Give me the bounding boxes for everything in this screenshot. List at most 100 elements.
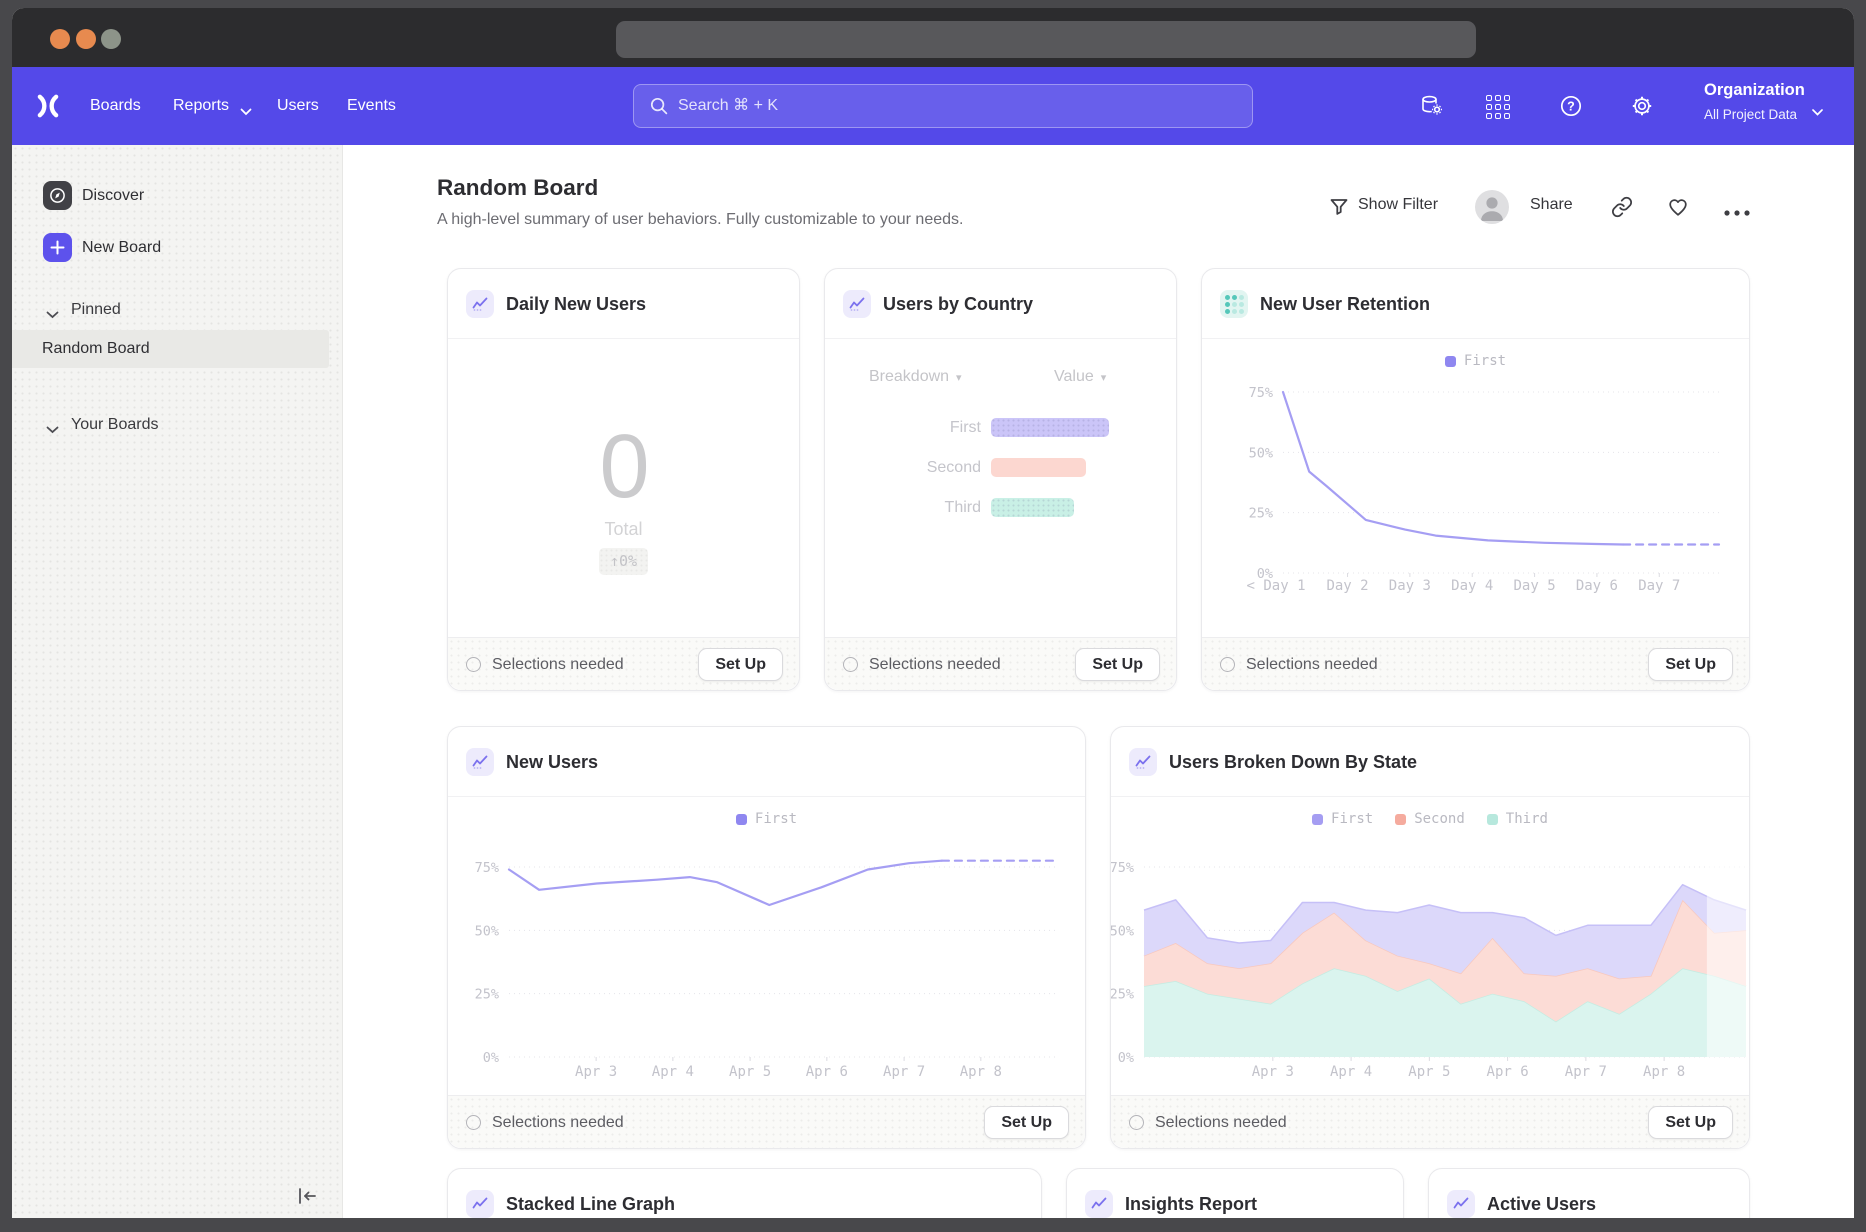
card-daily-new-users: Daily New Users 0 Total ↑0% Selections n… <box>447 268 800 691</box>
svg-text:75%: 75% <box>475 860 499 876</box>
collapse-sidebar-icon[interactable] <box>295 1184 319 1208</box>
set-up-button[interactable]: Set Up <box>984 1106 1069 1139</box>
svg-text:Day 5: Day 5 <box>1513 578 1555 594</box>
org-name[interactable]: Organization <box>1704 81 1805 100</box>
traffic-light-2[interactable] <box>76 29 96 49</box>
nav-item-users[interactable]: Users <box>277 67 319 145</box>
svg-text:Apr 5: Apr 5 <box>1408 1064 1450 1080</box>
country-row-bar <box>991 418 1109 437</box>
browser-window: Boards Reports Users Events Search ⌘ + K <box>12 8 1854 1218</box>
card-header: Stacked Line Graph <box>448 1169 1041 1218</box>
plus-icon <box>43 233 72 262</box>
value-dropdown[interactable]: Value▾ <box>1054 368 1106 386</box>
card-header: Daily New Users <box>448 269 799 339</box>
svg-text:75%: 75% <box>1249 385 1273 401</box>
nav-item-boards[interactable]: Boards <box>90 67 141 145</box>
chevron-down-icon: ▾ <box>1101 372 1107 384</box>
svg-text:Day 2: Day 2 <box>1326 578 1368 594</box>
svg-text:0%: 0% <box>483 1050 499 1066</box>
status-text: Selections needed <box>1246 638 1378 691</box>
card-footer: Selections needed Set Up <box>825 637 1176 690</box>
country-row-label: First <box>825 419 991 437</box>
search-placeholder: Search ⌘ + K <box>678 85 778 127</box>
set-up-button[interactable]: Set Up <box>1648 648 1733 681</box>
svg-text:75%: 75% <box>1111 860 1134 876</box>
traffic-light-3[interactable] <box>101 29 121 49</box>
filter-funnel-icon[interactable] <box>1328 196 1350 223</box>
traffic-light-1[interactable] <box>50 29 70 49</box>
card-title: Active Users <box>1487 1169 1596 1218</box>
sidebar-item-random-board[interactable]: Random Board <box>12 330 329 368</box>
status-text: Selections needed <box>869 638 1001 691</box>
card-footer: Selections needed Set Up <box>448 1095 1085 1148</box>
sidebar-section-pinned[interactable]: Pinned <box>12 299 342 321</box>
metric-value: 0 <box>448 422 799 512</box>
country-row-label: Third <box>825 499 991 517</box>
screen: Boards Reports Users Events Search ⌘ + K <box>0 0 1866 1232</box>
set-up-button[interactable]: Set Up <box>698 648 783 681</box>
search-icon <box>649 96 669 121</box>
org-chevron-down-icon[interactable] <box>1812 103 1823 121</box>
svg-text:Apr 4: Apr 4 <box>652 1064 694 1080</box>
new-users-chart: 75%50%25%0%Apr 3Apr 4Apr 5Apr 6Apr 7Apr … <box>448 727 1085 1097</box>
card-header: Active Users <box>1429 1169 1749 1218</box>
more-options-icon[interactable] <box>1723 204 1751 222</box>
svg-text:Apr 8: Apr 8 <box>1643 1064 1685 1080</box>
card-footer: Selections needed Set Up <box>1111 1095 1749 1148</box>
country-bar-list: First Second Third <box>825 418 1176 538</box>
country-row: First <box>825 418 1176 437</box>
card-title: Insights Report <box>1125 1169 1257 1218</box>
line-chart-icon <box>466 1190 494 1218</box>
sidebar-item-label: New Board <box>82 233 161 262</box>
state-area-chart: 75%50%25%0%Apr 3Apr 4Apr 5Apr 6Apr 7Apr … <box>1111 727 1749 1097</box>
country-row-bar <box>991 498 1074 517</box>
sidebar-item-discover[interactable]: Discover <box>12 181 342 223</box>
search-input[interactable]: Search ⌘ + K <box>633 84 1253 128</box>
settings-gear-icon[interactable] <box>1630 94 1654 118</box>
apps-grid-icon[interactable] <box>1486 94 1510 118</box>
nav-item-events[interactable]: Events <box>347 67 396 145</box>
set-up-button[interactable]: Set Up <box>1075 648 1160 681</box>
svg-text:50%: 50% <box>1249 445 1273 461</box>
card-users-by-state: Users Broken Down By State FirstSecondTh… <box>1110 726 1750 1149</box>
svg-text:50%: 50% <box>475 923 499 939</box>
line-chart-icon <box>1447 1190 1475 1218</box>
card-footer: Selections needed Set Up <box>1202 637 1749 690</box>
country-row: Second <box>825 458 1176 477</box>
metric-label: Total <box>448 519 799 540</box>
show-filter-button[interactable]: Show Filter <box>1358 196 1438 214</box>
card-insights-report: Insights Report <box>1066 1168 1404 1218</box>
sidebar-section-your-boards[interactable]: Your Boards <box>12 414 342 436</box>
chevron-down-icon <box>46 306 59 324</box>
sidebar-section-label: Your Boards <box>71 414 158 436</box>
mixpanel-logo-icon[interactable] <box>35 91 61 126</box>
favorite-heart-icon[interactable] <box>1667 196 1689 223</box>
svg-text:Apr 7: Apr 7 <box>1565 1064 1607 1080</box>
help-icon[interactable]: ? <box>1559 94 1583 118</box>
status-text: Selections needed <box>492 1096 624 1149</box>
svg-text:Day 6: Day 6 <box>1576 578 1618 594</box>
card-title: Daily New Users <box>506 269 646 339</box>
nav-item-reports[interactable]: Reports <box>173 67 229 145</box>
svg-text:Apr 6: Apr 6 <box>806 1064 848 1080</box>
card-active-users: Active Users <box>1428 1168 1750 1218</box>
sidebar-item-new-board[interactable]: New Board <box>12 233 342 275</box>
country-row: Third <box>825 498 1176 517</box>
avatar[interactable] <box>1475 190 1509 224</box>
svg-text:Apr 6: Apr 6 <box>1487 1064 1529 1080</box>
set-up-button[interactable]: Set Up <box>1648 1106 1733 1139</box>
data-management-icon[interactable] <box>1420 94 1444 118</box>
status-text: Selections needed <box>492 638 624 691</box>
share-button[interactable]: Share <box>1530 196 1573 214</box>
card-title: Users by Country <box>883 269 1033 339</box>
address-bar[interactable] <box>616 21 1476 58</box>
board-main: Random Board A high-level summary of use… <box>343 145 1854 1218</box>
copy-link-icon[interactable] <box>1611 196 1633 223</box>
breakdown-dropdown[interactable]: Breakdown▾ <box>869 368 962 386</box>
card-header: Insights Report <box>1067 1169 1403 1218</box>
sidebar-item-label: Random Board <box>42 330 329 368</box>
page-subtitle: A high-level summary of user behaviors. … <box>437 211 963 229</box>
svg-text:< Day 1: < Day 1 <box>1247 578 1306 594</box>
svg-text:Day 4: Day 4 <box>1451 578 1493 594</box>
svg-text:25%: 25% <box>1111 987 1134 1003</box>
